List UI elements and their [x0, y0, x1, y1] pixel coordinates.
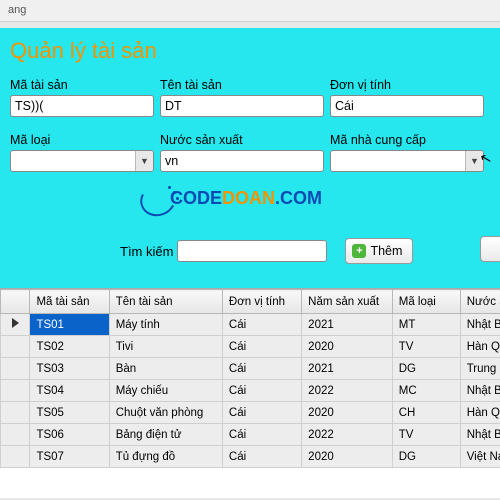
form-panel: Quản lý tài sản Mã tài sản Tên tài sản Đ…	[0, 28, 500, 288]
grid-column-header[interactable]: Năm sản xuất	[302, 290, 393, 314]
grid-column-header[interactable]: Đơn vị tính	[222, 290, 301, 314]
label-don-vi-tinh: Đơn vị tính	[330, 78, 484, 92]
grid-cell[interactable]: DG	[392, 358, 460, 380]
data-grid[interactable]: Mã tài sảnTên tài sảnĐơn vị tínhNăm sản …	[0, 288, 500, 498]
grid-cell[interactable]: Nhật Bả	[460, 380, 500, 402]
grid-cell[interactable]: 2020	[302, 402, 393, 424]
grid-cell[interactable]: Hàn Quố	[460, 402, 500, 424]
grid-cell[interactable]: Nhật Bả	[460, 314, 500, 336]
grid-cell[interactable]: TS01	[30, 314, 109, 336]
label-ten-tai-san: Tên tài sản	[160, 78, 324, 92]
grid-cell[interactable]: Việt Na	[460, 446, 500, 468]
label-tim-kiem: Tìm kiếm	[120, 244, 173, 259]
grid-corner	[1, 290, 30, 314]
table-row[interactable]: TS07Tủ đựng đồCái2020DGViệt Na	[1, 446, 500, 468]
grid-cell[interactable]: TS04	[30, 380, 109, 402]
table-row[interactable]: TS05Chuột văn phòngCái2020CHHàn Quố	[1, 402, 500, 424]
grid-cell[interactable]: Cái	[222, 336, 301, 358]
grid-cell[interactable]: Cái	[222, 402, 301, 424]
grid-cell[interactable]: TS06	[30, 424, 109, 446]
window-title: ang	[8, 4, 26, 16]
grid-cell[interactable]: TS03	[30, 358, 109, 380]
grid-cell[interactable]: 2020	[302, 336, 393, 358]
row-header[interactable]	[1, 446, 30, 468]
chevron-down-icon[interactable]: ▼	[135, 151, 153, 171]
table-row[interactable]: TS06Bảng điện tửCái2022TVNhật Bả	[1, 424, 500, 446]
input-ma-tai-san[interactable]	[10, 95, 154, 117]
row-header[interactable]	[1, 402, 30, 424]
label-ma-nha-cung-cap: Mã nhà cung cấp	[330, 133, 484, 147]
grid-cell[interactable]: 2022	[302, 380, 393, 402]
table-row[interactable]: TS02TiviCái2020TVHàn Quố	[1, 336, 500, 358]
grid-cell[interactable]: MT	[392, 314, 460, 336]
label-nuoc-san-xuat: Nước sản xuất	[160, 133, 324, 147]
grid-cell[interactable]: TS07	[30, 446, 109, 468]
edit-button-partial[interactable]	[480, 236, 500, 262]
grid-cell[interactable]: 2022	[302, 424, 393, 446]
grid-cell[interactable]: Máy tính	[109, 314, 222, 336]
grid-cell[interactable]: Cái	[222, 314, 301, 336]
row-header[interactable]	[1, 314, 30, 336]
window-titlebar: ang	[0, 0, 500, 22]
grid-cell[interactable]: 2021	[302, 314, 393, 336]
page-title: Quản lý tài sản	[10, 38, 490, 64]
grid-cell[interactable]: Cái	[222, 424, 301, 446]
grid-cell[interactable]: Tivi	[109, 336, 222, 358]
add-button[interactable]: + Thêm	[345, 238, 413, 264]
grid-cell[interactable]: Máy chiếu	[109, 380, 222, 402]
row-header[interactable]	[1, 358, 30, 380]
grid-cell[interactable]: Nhật Bả	[460, 424, 500, 446]
combo-ma-nha-cung-cap[interactable]	[330, 150, 484, 172]
combo-ma-loai[interactable]	[10, 150, 154, 172]
table-row[interactable]: TS01Máy tínhCái2021MTNhật Bả	[1, 314, 500, 336]
grid-cell[interactable]: TV	[392, 336, 460, 358]
form-row-1: Mã tài sản Tên tài sản Đơn vị tính	[10, 78, 490, 117]
grid-cell[interactable]: Hàn Quố	[460, 336, 500, 358]
add-button-label: Thêm	[370, 244, 402, 258]
row-header[interactable]	[1, 424, 30, 446]
grid-cell[interactable]: DG	[392, 446, 460, 468]
grid-column-header[interactable]: Tên tài sản	[109, 290, 222, 314]
label-ma-loai: Mã loại	[10, 133, 154, 147]
grid-column-header[interactable]: Mã tài sản	[30, 290, 109, 314]
grid-cell[interactable]: Tủ đựng đồ	[109, 446, 222, 468]
input-tim-kiem[interactable]	[177, 240, 327, 262]
grid-cell[interactable]: Bảng điện tử	[109, 424, 222, 446]
grid-cell[interactable]: CH	[392, 402, 460, 424]
grid-cell[interactable]: Cái	[222, 358, 301, 380]
plus-icon: +	[352, 244, 366, 258]
grid-cell[interactable]: Chuột văn phòng	[109, 402, 222, 424]
row-pointer-icon	[12, 318, 19, 328]
form-row-2: Mã loại ▼ Nước sản xuất Mã nhà cung cấp …	[10, 133, 490, 172]
grid-cell[interactable]: MC	[392, 380, 460, 402]
grid-cell[interactable]: Cái	[222, 446, 301, 468]
grid-cell[interactable]: Cái	[222, 380, 301, 402]
grid-column-header[interactable]: Nước S	[460, 290, 500, 314]
grid-cell[interactable]: Trung Qu	[460, 358, 500, 380]
input-nuoc-san-xuat[interactable]	[160, 150, 324, 172]
watermark-logo: CODEDOAN.COM	[170, 188, 322, 209]
grid-column-header[interactable]: Mã loại	[392, 290, 460, 314]
input-ten-tai-san[interactable]	[160, 95, 324, 117]
chevron-down-icon[interactable]: ▼	[465, 151, 483, 171]
input-don-vi-tinh[interactable]	[330, 95, 484, 117]
table-row[interactable]: TS04Máy chiếuCái2022MCNhật Bả	[1, 380, 500, 402]
row-header[interactable]	[1, 336, 30, 358]
table-row[interactable]: TS03BànCái2021DGTrung Qu	[1, 358, 500, 380]
row-header[interactable]	[1, 380, 30, 402]
grid-cell[interactable]: TV	[392, 424, 460, 446]
grid-cell[interactable]: TS05	[30, 402, 109, 424]
grid-cell[interactable]: 2020	[302, 446, 393, 468]
grid-cell[interactable]: Bàn	[109, 358, 222, 380]
grid-cell[interactable]: 2021	[302, 358, 393, 380]
label-ma-tai-san: Mã tài sản	[10, 78, 154, 92]
search-row: Tìm kiếm + Thêm	[0, 238, 500, 264]
grid-cell[interactable]: TS02	[30, 336, 109, 358]
app-window: ang Quản lý tài sản Mã tài sản Tên tài s…	[0, 0, 500, 500]
